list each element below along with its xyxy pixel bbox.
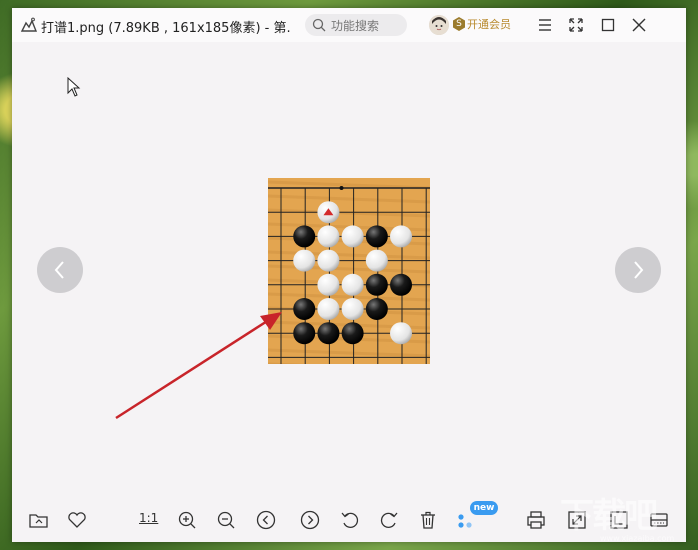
white-stone (317, 298, 340, 320)
zoom-in-icon (178, 511, 196, 529)
rotate-right-button[interactable] (378, 509, 400, 531)
menu-icon (539, 19, 551, 31)
black-stone (293, 298, 316, 320)
white-stone (365, 249, 388, 272)
next-image-button[interactable] (615, 247, 661, 293)
white-stone (293, 249, 316, 272)
actual-size-button[interactable]: 1:1 (139, 511, 158, 525)
black-stone (365, 298, 388, 320)
image-app-icon (20, 17, 38, 32)
title-bar: 打谱1.png (7.89KB , 161x185像素) - 第... 功能搜索… (12, 8, 686, 42)
fullscreen-button[interactable] (566, 15, 586, 35)
circle-chevron-right-icon (300, 510, 320, 530)
close-icon (632, 18, 646, 32)
favorite-button[interactable] (66, 509, 88, 531)
rotate-right-icon (380, 512, 398, 528)
star-point (339, 186, 344, 190)
close-button[interactable] (629, 15, 649, 35)
black-stone (365, 273, 388, 296)
maximize-icon (601, 18, 615, 32)
vip-badge-icon[interactable]: S (453, 17, 465, 31)
site-watermark: 下载吧 (560, 496, 658, 536)
zoom-in-button[interactable] (176, 509, 198, 531)
white-stone (390, 322, 413, 345)
delete-button[interactable] (417, 509, 439, 531)
chevron-right-icon (634, 261, 644, 279)
black-stone (365, 225, 388, 248)
avatar-face-icon (429, 15, 449, 35)
go-board-image (268, 178, 430, 364)
zoom-out-button[interactable] (215, 509, 237, 531)
red-arrow-annotation (115, 312, 282, 420)
trash-icon (421, 511, 435, 529)
open-membership-link[interactable]: 开通会员 (467, 16, 511, 32)
previous-button[interactable] (255, 509, 277, 531)
user-avatar[interactable] (429, 15, 449, 35)
black-stone (317, 322, 340, 345)
rotate-left-button[interactable] (339, 509, 361, 531)
next-button[interactable] (299, 509, 321, 531)
white-stone (341, 225, 364, 248)
print-button[interactable] (525, 509, 547, 531)
open-folder-icon (29, 514, 48, 528)
new-badge: new (470, 501, 498, 515)
chevron-left-icon (54, 261, 64, 279)
white-stone (317, 273, 340, 296)
black-stone (390, 273, 413, 296)
white-stone (317, 225, 340, 248)
search-placeholder: 功能搜索 (331, 19, 380, 33)
previous-image-button[interactable] (37, 247, 83, 293)
heart-icon (68, 512, 86, 528)
mouse-pointer-icon (67, 77, 81, 97)
black-stone (293, 225, 316, 248)
window-title: 打谱1.png (7.89KB , 161x185像素) - 第... (41, 21, 291, 36)
black-stone (293, 322, 316, 345)
white-stone (341, 298, 364, 320)
maximize-button[interactable] (598, 15, 618, 35)
white-stone (317, 249, 340, 272)
function-search-input[interactable]: 功能搜索 (305, 14, 407, 36)
search-icon (312, 18, 326, 32)
white-stone (390, 225, 413, 248)
circle-chevron-left-icon (256, 510, 276, 530)
site-watermark-url: www.xiazaiba.com (600, 534, 675, 543)
menu-button[interactable] (535, 15, 555, 35)
zoom-out-icon (217, 511, 235, 529)
fullscreen-icon (569, 18, 583, 32)
printer-icon (527, 511, 545, 529)
black-stone (341, 322, 364, 345)
image-viewer-window: 打谱1.png (7.89KB , 161x185像素) - 第... 功能搜索… (12, 8, 686, 542)
rotate-left-icon (341, 512, 359, 528)
white-stone (341, 273, 364, 296)
open-folder-button[interactable] (28, 509, 50, 531)
